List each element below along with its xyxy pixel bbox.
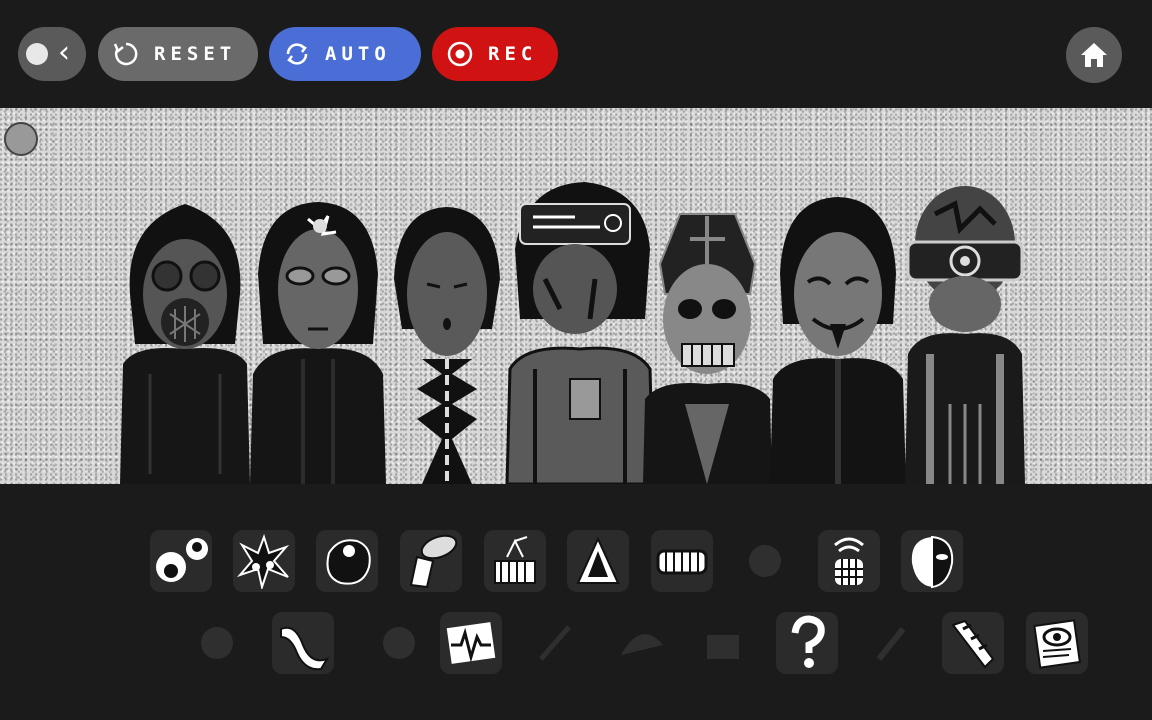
reset-icon bbox=[113, 42, 138, 66]
reset-button[interactable]: RESET bbox=[98, 27, 258, 81]
eye-document-icon bbox=[1033, 619, 1081, 669]
sound-slot[interactable] bbox=[440, 612, 502, 674]
home-button[interactable] bbox=[1066, 27, 1122, 83]
skull-character[interactable] bbox=[640, 204, 775, 484]
auto-refresh-icon bbox=[286, 43, 308, 65]
sound-slot[interactable] bbox=[400, 530, 462, 592]
sound-slot bbox=[186, 612, 248, 674]
blob-icon bbox=[326, 539, 371, 585]
wave-icon bbox=[280, 626, 330, 671]
chevron-left-icon: ‹ bbox=[58, 35, 70, 70]
masked-character[interactable] bbox=[768, 194, 908, 484]
sound-slot[interactable] bbox=[233, 530, 295, 592]
cracked-head-character[interactable] bbox=[248, 194, 388, 484]
half-mask-icon bbox=[911, 535, 954, 589]
faded-blob-icon bbox=[383, 627, 415, 659]
sound-slot[interactable] bbox=[272, 612, 334, 674]
sound-slot[interactable] bbox=[942, 612, 1004, 674]
splat-icon bbox=[236, 533, 290, 589]
sound-slot[interactable] bbox=[567, 530, 629, 592]
reset-label: RESET bbox=[154, 43, 237, 65]
sound-slot bbox=[692, 612, 754, 674]
faded-drum-icon bbox=[707, 635, 739, 659]
gas-mask-character[interactable] bbox=[115, 184, 255, 484]
sound-slot bbox=[524, 612, 586, 674]
sound-slot[interactable] bbox=[150, 530, 212, 592]
auto-label: AUTO bbox=[325, 43, 391, 65]
horn-icon bbox=[409, 534, 458, 589]
sound-tray bbox=[0, 484, 1152, 720]
chain-character[interactable] bbox=[382, 199, 512, 484]
cable-icon bbox=[951, 619, 995, 669]
faded-mic-icon bbox=[876, 627, 906, 661]
faded-icon bbox=[749, 545, 781, 577]
record-indicator bbox=[4, 122, 38, 156]
sound-slot[interactable] bbox=[651, 530, 713, 592]
sound-slot bbox=[368, 612, 430, 674]
sound-slot[interactable] bbox=[818, 530, 880, 592]
record-icon bbox=[447, 41, 473, 67]
home-icon bbox=[1081, 43, 1107, 67]
faded-wing-icon bbox=[621, 634, 663, 655]
sound-slot bbox=[860, 612, 922, 674]
teeth-icon bbox=[656, 549, 708, 575]
character-stage bbox=[0, 108, 1152, 484]
auto-button[interactable]: AUTO bbox=[269, 27, 421, 81]
sound-slot bbox=[734, 530, 796, 592]
faded-stick-icon bbox=[539, 625, 571, 661]
top-toolbar: ‹ RESET AUTO REC bbox=[0, 0, 1152, 108]
sound-slot[interactable] bbox=[316, 530, 378, 592]
faded-face-icon bbox=[201, 627, 233, 659]
question-icon bbox=[791, 615, 825, 668]
triangle-icon bbox=[576, 536, 620, 584]
back-button[interactable]: ‹ bbox=[18, 27, 86, 81]
sound-slot[interactable] bbox=[1026, 612, 1088, 674]
eyes-icon bbox=[156, 538, 208, 582]
rec-label: REC bbox=[488, 43, 538, 65]
sound-slot[interactable] bbox=[484, 530, 546, 592]
heartbeat-icon bbox=[446, 622, 496, 664]
cyber-character[interactable] bbox=[505, 179, 655, 484]
rec-button[interactable]: REC bbox=[432, 27, 558, 81]
visor-character[interactable] bbox=[900, 184, 1030, 484]
sound-slot[interactable] bbox=[901, 530, 963, 592]
sound-slot bbox=[610, 612, 672, 674]
sound-slot[interactable] bbox=[776, 612, 838, 674]
drum-icon bbox=[494, 536, 536, 584]
toggle-dot-icon bbox=[26, 43, 48, 65]
signal-hand-icon bbox=[834, 537, 864, 585]
